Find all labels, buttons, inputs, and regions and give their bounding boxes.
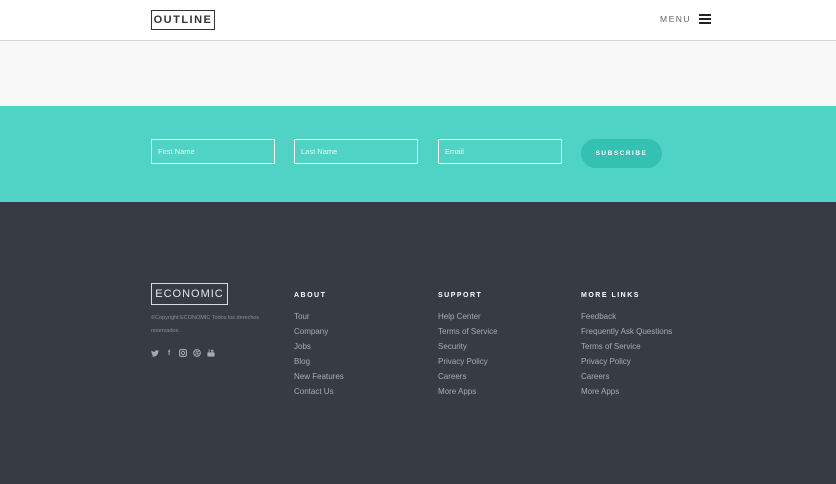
copyright-text: ©Copyright ECONOMIC Todos los derechos r… bbox=[151, 315, 260, 334]
email-field[interactable] bbox=[438, 139, 562, 164]
site-footer: ECONOMIC ©Copyright ECONOMIC Todos los d… bbox=[0, 202, 836, 484]
menu-label: MENU bbox=[660, 14, 692, 24]
footer-link-privacy-policy[interactable]: Privacy Policy bbox=[581, 354, 672, 369]
footer-link-faq[interactable]: Frequently Ask Questions bbox=[581, 324, 672, 339]
footer-link-help-center[interactable]: Help Center bbox=[438, 309, 498, 324]
footer-link-company[interactable]: Company bbox=[294, 324, 344, 339]
footer-link-privacy-policy[interactable]: Privacy Policy bbox=[438, 354, 498, 369]
subscribe-section: SUBSCRIBE bbox=[0, 106, 836, 202]
footer-link-feedback[interactable]: Feedback bbox=[581, 309, 672, 324]
column-title: ABOUT bbox=[294, 292, 327, 299]
site-header: OUTLINE MENU bbox=[0, 0, 836, 41]
footer-link-careers[interactable]: Careers bbox=[438, 369, 498, 384]
youtube-icon[interactable] bbox=[207, 349, 215, 357]
column-title: MORE LINKS bbox=[581, 292, 640, 299]
footer-link-terms-of-service[interactable]: Terms of Service bbox=[581, 339, 672, 354]
instagram-icon[interactable] bbox=[179, 349, 187, 357]
footer-link-blog[interactable]: Blog bbox=[294, 354, 344, 369]
footer-link-careers[interactable]: Careers bbox=[581, 369, 672, 384]
footer-link-terms-of-service[interactable]: Terms of Service bbox=[438, 324, 498, 339]
site-logo[interactable]: OUTLINE bbox=[151, 10, 215, 30]
footer-column-more-links: MORE LINKS Feedback Frequently Ask Quest… bbox=[581, 292, 672, 399]
twitter-icon[interactable] bbox=[151, 349, 159, 357]
hamburger-icon[interactable] bbox=[699, 14, 712, 24]
footer-link-tour[interactable]: Tour bbox=[294, 309, 344, 324]
dribbble-icon[interactable] bbox=[193, 349, 201, 357]
footer-column-about: ABOUT Tour Company Jobs Blog New Feature… bbox=[294, 292, 344, 399]
subscribe-button[interactable]: SUBSCRIBE bbox=[581, 139, 662, 168]
footer-column-support: SUPPORT Help Center Terms of Service Sec… bbox=[438, 292, 498, 399]
footer-brand-logo[interactable]: ECONOMIC bbox=[151, 283, 228, 305]
menu-toggle[interactable]: MENU bbox=[660, 11, 712, 27]
footer-link-more-apps[interactable]: More Apps bbox=[581, 384, 672, 399]
footer-link-security[interactable]: Security bbox=[438, 339, 498, 354]
facebook-icon[interactable]: f bbox=[165, 349, 173, 357]
social-links: f bbox=[151, 349, 215, 357]
last-name-field[interactable] bbox=[294, 139, 418, 164]
footer-link-more-apps[interactable]: More Apps bbox=[438, 384, 498, 399]
first-name-field[interactable] bbox=[151, 139, 275, 164]
footer-link-new-features[interactable]: New Features bbox=[294, 369, 344, 384]
footer-link-contact-us[interactable]: Contact Us bbox=[294, 384, 344, 399]
column-title: SUPPORT bbox=[438, 292, 483, 299]
footer-link-jobs[interactable]: Jobs bbox=[294, 339, 344, 354]
